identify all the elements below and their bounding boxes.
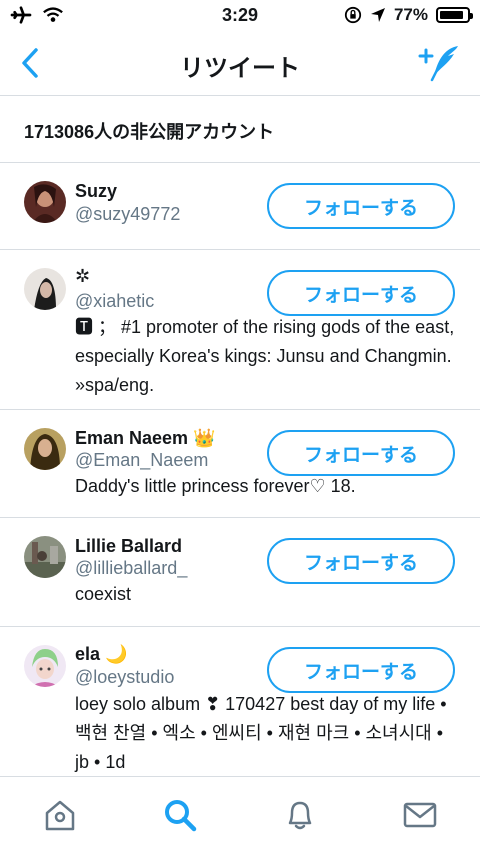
user-bio: coexist — [75, 584, 132, 604]
page-title: リツイート — [180, 55, 300, 82]
follow-button[interactable]: フォローする — [267, 430, 455, 476]
status-bar: 3:29 77% — [0, 0, 480, 32]
user-name: Eman Naeem 👑 — [75, 428, 216, 448]
user-row[interactable]: Lillie Ballard @lillieballard_ coexist フ… — [0, 518, 480, 627]
user-handle: @xiahetic — [75, 291, 155, 311]
user-name: ela 🌙 — [75, 644, 128, 664]
status-right: 77% — [344, 5, 473, 25]
rotation-lock-icon — [344, 6, 362, 24]
tab-bar — [0, 776, 480, 852]
user-bio: 🆃 ； #1 promoter of the rising gods of th… — [75, 317, 455, 395]
user-name: Lillie Ballard — [75, 536, 183, 556]
follow-button[interactable]: フォローする — [267, 647, 455, 693]
user-handle: @Eman_Naeem — [75, 450, 209, 470]
user-handle: @suzy49772 — [75, 204, 181, 224]
avatar[interactable] — [24, 181, 66, 223]
follow-button[interactable]: フォローする — [267, 183, 455, 229]
user-list: Suzy @suzy49772 フォローする ✲ @xiahetic 🆃 ； #… — [0, 163, 480, 772]
battery-percent: 77% — [393, 5, 428, 24]
location-arrow-icon — [370, 8, 385, 22]
search-icon[interactable] — [162, 797, 198, 833]
user-row[interactable]: ela 🌙 @loeystudio loey solo album ❣ 1704… — [0, 627, 480, 772]
avatar[interactable] — [24, 536, 66, 578]
user-row[interactable]: Suzy @suzy49772 フォローする — [0, 163, 480, 250]
home-icon[interactable] — [42, 797, 78, 833]
messages-icon[interactable] — [402, 797, 438, 833]
user-row[interactable]: ✲ @xiahetic 🆃 ； #1 promoter of the risin… — [0, 250, 480, 410]
avatar[interactable] — [24, 268, 66, 310]
follow-button[interactable]: フォローする — [267, 538, 455, 584]
notifications-icon[interactable] — [282, 797, 318, 833]
battery-icon — [436, 7, 473, 23]
avatar[interactable] — [24, 645, 66, 687]
user-handle: @lillieballard_ — [75, 558, 188, 578]
user-bio: Daddy's little princess forever♡ 18. — [75, 476, 356, 496]
user-name: ✲ — [75, 266, 91, 286]
user-name: Suzy — [75, 181, 118, 201]
compose-tweet-icon[interactable] — [418, 42, 462, 82]
user-bio: loey solo album ❣ 170427 best day of my … — [75, 694, 447, 772]
private-account-count: 1713086人の非公開アカウント — [24, 122, 275, 142]
avatar[interactable] — [24, 428, 66, 470]
nav-bar: リツイート — [0, 32, 480, 96]
user-handle: @loeystudio — [75, 667, 175, 687]
user-row[interactable]: Eman Naeem 👑 @Eman_Naeem Daddy's little … — [0, 410, 480, 518]
follow-button[interactable]: フォローする — [267, 270, 455, 316]
